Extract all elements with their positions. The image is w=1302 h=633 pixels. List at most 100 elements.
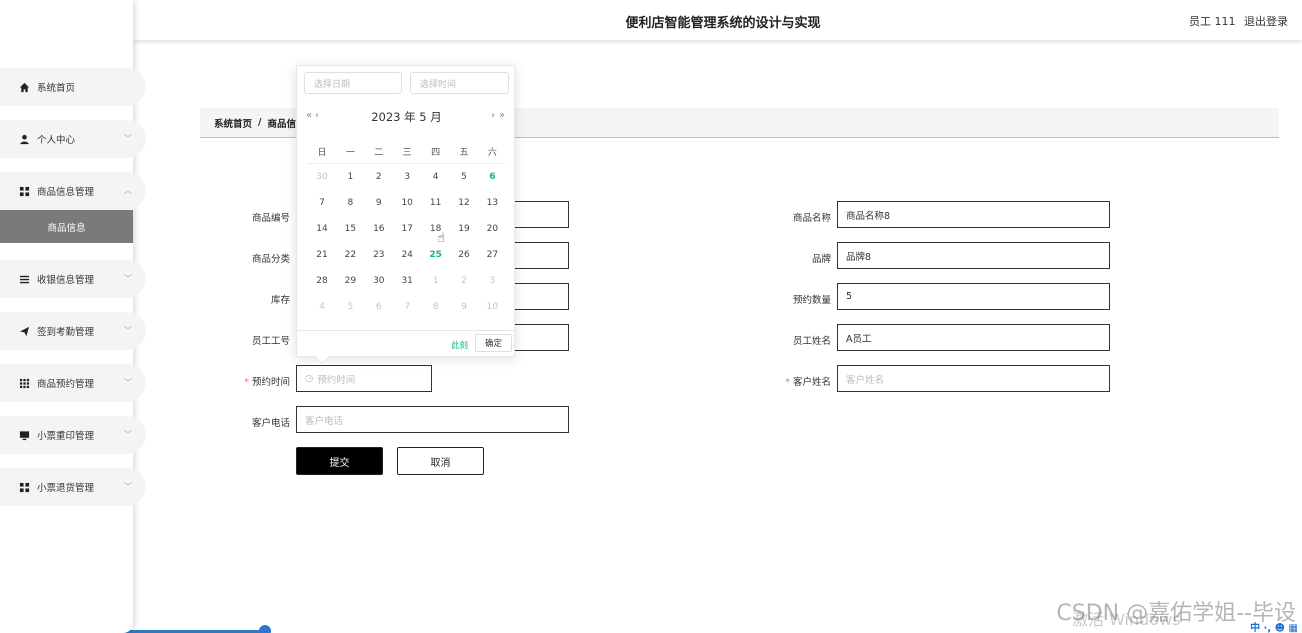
calendar-day[interactable]: 8 [336,198,364,208]
calendar-day[interactable]: 3 [393,172,421,182]
calendar-day[interactable]: 20 [478,224,506,234]
calendar-day[interactable]: 25 [422,250,450,260]
calendar-day[interactable]: 7 [393,302,421,312]
calendar-day[interactable]: 28 [308,276,336,286]
progress-dot [259,625,271,633]
user-name: 员工 111 [1189,15,1236,28]
sidebar-item-cashier[interactable]: 收银信息管理 ﹀ [0,260,146,298]
logout-link[interactable]: 退出登录 [1244,15,1288,28]
chevron-down-icon: ﹀ [124,482,132,491]
chevron-up-icon: ︿ [124,186,132,195]
chevron-down-icon: ﹀ [124,326,132,335]
weekday-label: 五 [459,148,469,158]
calendar-day[interactable]: 13 [478,198,506,208]
customer-name-label-text: 客户姓名 [792,377,831,388]
reserve-time-placeholder: 预约时间 [317,374,356,386]
emp-name-input[interactable]: A员工 [837,324,1110,351]
picker-date-input[interactable]: 选择日期 [304,72,402,94]
calendar-day[interactable]: 9 [450,302,478,312]
calendar-day[interactable]: 10 [478,302,506,312]
calendar-day[interactable]: 26 [450,250,478,260]
calendar-day[interactable]: 8 [422,302,450,312]
breadcrumb-separator: / [258,117,262,128]
sidebar-item-goods[interactable]: 商品信息管理 ︿ [0,172,146,210]
customer-name-label: * 客户姓名 [731,374,831,388]
now-button[interactable]: 此刻 [451,339,468,351]
calendar-day[interactable]: 1 [336,172,364,182]
calendar-day[interactable]: 4 [308,302,336,312]
reserve-time-label: * 预约时间 [190,374,290,388]
calendar-day[interactable]: 3 [478,276,506,286]
top-header: 便利店智能管理系统的设计与实现 员工 111 退出登录 [133,0,1302,40]
calendar-day[interactable]: 11 [422,198,450,208]
sidebar-item-profile[interactable]: 个人中心 ﹀ [0,120,146,158]
sidebar-item-label: 商品预约管理 [37,379,95,390]
sidebar-item-return[interactable]: 小票退货管理 ﹀ [0,468,146,506]
calendar-day[interactable]: 18 [422,224,450,234]
calendar-day[interactable]: 1 [422,276,450,286]
calendar-day[interactable]: 29 [336,276,364,286]
calendar-day[interactable]: 7 [308,198,336,208]
sidebar-item-label: 小票重印管理 [37,431,95,442]
calendar-day[interactable]: 12 [450,198,478,208]
chevron-down-icon: ﹀ [124,378,132,387]
picker-divider [307,163,506,164]
sidebar-item-label: 个人中心 [37,135,76,146]
calendar-day[interactable]: 21 [308,250,336,260]
breadcrumb-home[interactable]: 系统首页 [214,116,252,130]
home-icon [18,81,30,93]
sidebar-item-reprint[interactable]: 小票重印管理 ﹀ [0,416,146,454]
calendar-day[interactable]: 22 [336,250,364,260]
calendar-day[interactable]: 2 [365,172,393,182]
calendar-day[interactable]: 30 [365,276,393,286]
reserve-qty-input[interactable]: 5 [837,283,1110,310]
calendar-day[interactable]: 15 [336,224,364,234]
weekday-label: 三 [402,148,412,158]
calendar-day[interactable]: 31 [393,276,421,286]
taskbar-tray: 中 ·, ☻ ▦ [1250,623,1298,633]
picker-year-month[interactable]: 2023 年 5 月 [297,109,516,125]
cancel-button[interactable]: 取消 [397,447,484,475]
calendar-day[interactable]: 10 [393,198,421,208]
customer-phone-input[interactable]: 客户电话 [296,406,569,433]
user-icon [18,133,30,145]
calendar-day[interactable]: 9 [365,198,393,208]
next-month-icon[interactable]: › [491,110,495,121]
sidebar-item-attendance[interactable]: 签到考勤管理 ﹀ [0,312,146,350]
customer-name-input[interactable]: 客户姓名 [837,365,1110,392]
sidebar-item-reservation[interactable]: 商品预约管理 ﹀ [0,364,146,402]
calendar-day[interactable]: 6 [365,302,393,312]
reserve-time-label-text: 预约时间 [251,377,290,388]
confirm-button[interactable]: 确定 [475,334,512,352]
chevron-down-icon: ﹀ [124,274,132,283]
next-year-icon[interactable]: » [499,110,505,121]
emp-name-label: 员工姓名 [792,336,831,347]
calendar-day[interactable]: 19 [450,224,478,234]
calendar-day[interactable]: 2 [450,276,478,286]
weekday-label: 日 [317,148,327,158]
brand-label: 品牌 [811,254,831,265]
weekday-label: 六 [487,148,497,158]
calendar-day[interactable]: 23 [365,250,393,260]
chevron-down-icon: ﹀ [124,430,132,439]
reserve-time-input[interactable]: ◷ 预约时间 [296,365,432,392]
calendar-day[interactable]: 27 [478,250,506,260]
calendar-day[interactable]: 24 [393,250,421,260]
goods-code-label: 商品编号 [251,213,290,224]
calendar-day[interactable]: 30 [308,172,336,182]
calendar-day[interactable]: 14 [308,224,336,234]
goods-name-input[interactable]: 商品名称8 [837,201,1110,228]
brand-input[interactable]: 品牌8 [837,242,1110,269]
calendar-day[interactable]: 4 [422,172,450,182]
picker-time-input[interactable]: 选择时间 [410,72,509,94]
sidebar-item-home[interactable]: 系统首页 [0,68,146,106]
calendar-day[interactable]: 17 [393,224,421,234]
sidebar-subitem-goods-info[interactable]: 商品信息 [0,210,133,243]
calendar-day[interactable]: 6 [478,172,506,182]
picker-footer-divider [297,330,516,331]
calendar-day[interactable]: 5 [336,302,364,312]
submit-button[interactable]: 提交 [296,447,383,475]
calendar-day[interactable]: 16 [365,224,393,234]
calendar-day[interactable]: 5 [450,172,478,182]
grid-icon [18,185,30,197]
